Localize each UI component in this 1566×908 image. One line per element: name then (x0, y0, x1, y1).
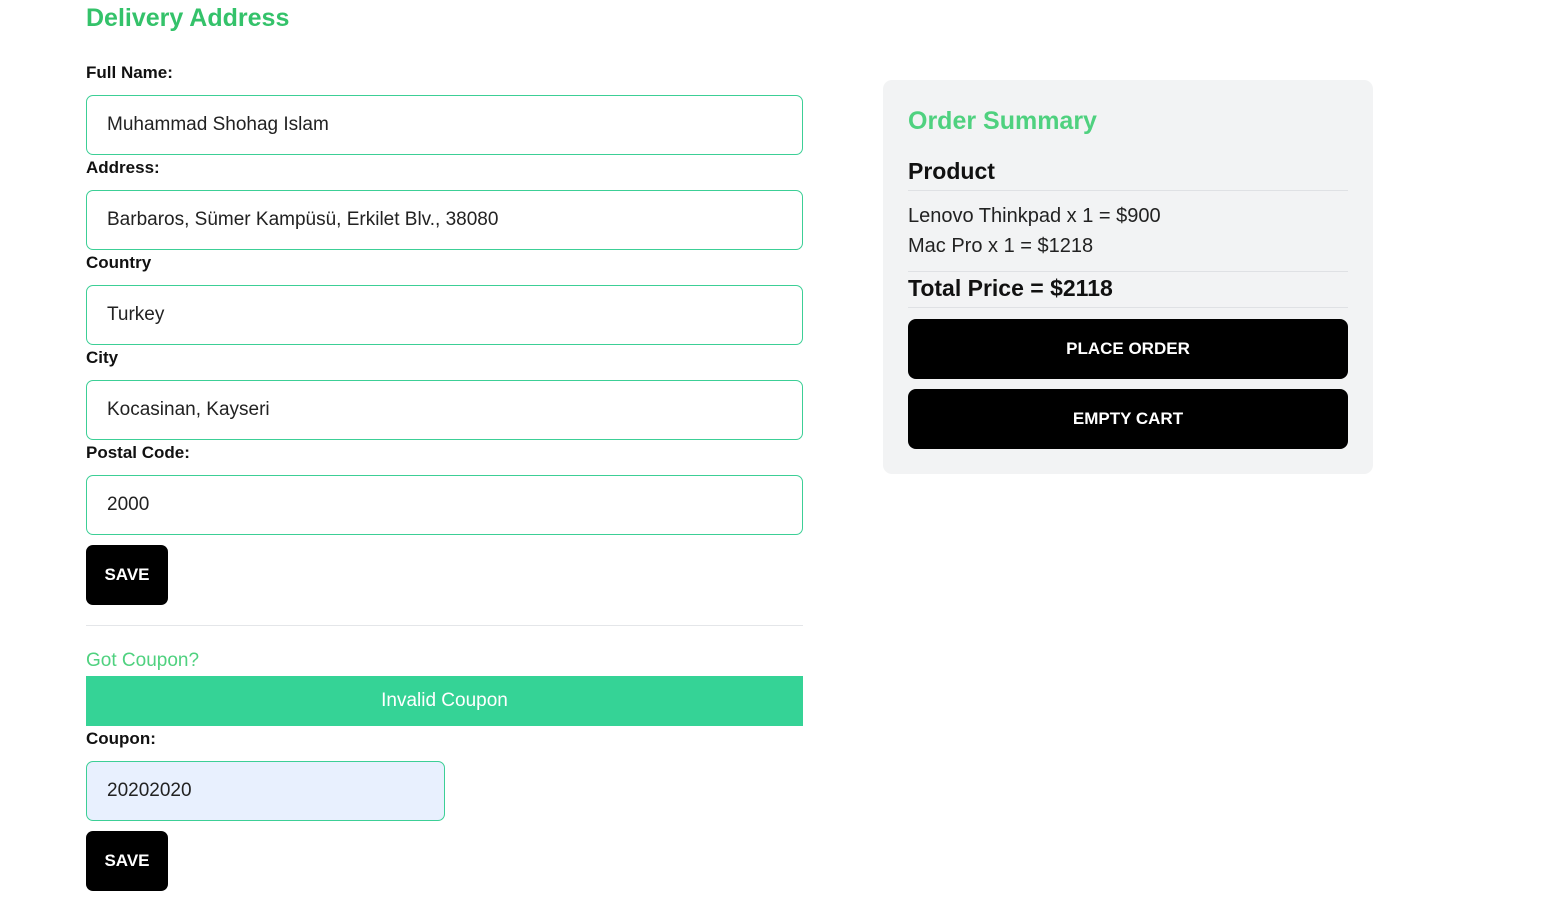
product-heading: Product (908, 158, 995, 184)
coupon-heading: Got Coupon? (86, 650, 200, 671)
country-input[interactable] (86, 285, 803, 345)
full-name-label: Full Name: (86, 63, 173, 82)
summary-divider (908, 190, 1348, 191)
summary-divider (908, 307, 1348, 308)
section-divider (86, 625, 803, 626)
coupon-input[interactable] (86, 761, 445, 821)
save-coupon-button[interactable]: SAVE (86, 831, 168, 891)
postal-code-input[interactable] (86, 475, 803, 535)
postal-code-label: Postal Code: (86, 443, 190, 462)
summary-divider (908, 271, 1348, 272)
address-input[interactable] (86, 190, 803, 250)
address-label: Address: (86, 158, 160, 177)
save-address-button[interactable]: SAVE (86, 545, 168, 605)
invalid-coupon-alert: Invalid Coupon (86, 676, 803, 726)
empty-cart-button[interactable]: EMPTY CART (908, 389, 1348, 449)
full-name-input[interactable] (86, 95, 803, 155)
city-label: City (86, 348, 119, 367)
coupon-label: Coupon: (86, 729, 156, 748)
order-item: Lenovo Thinkpad x 1 = $900 (908, 205, 1161, 227)
order-summary-panel: Order Summary Product Lenovo Thinkpad x … (883, 80, 1373, 474)
order-item: Mac Pro x 1 = $1218 (908, 235, 1094, 257)
city-input[interactable] (86, 380, 803, 440)
checkout-page: Delivery Address Full Name: Address: Cou… (0, 0, 1566, 908)
delivery-address-title: Delivery Address (86, 4, 290, 32)
order-summary-title: Order Summary (908, 107, 1097, 135)
country-label: Country (86, 253, 152, 272)
total-price: Total Price = $2118 (908, 275, 1113, 301)
place-order-button[interactable]: PLACE ORDER (908, 319, 1348, 379)
